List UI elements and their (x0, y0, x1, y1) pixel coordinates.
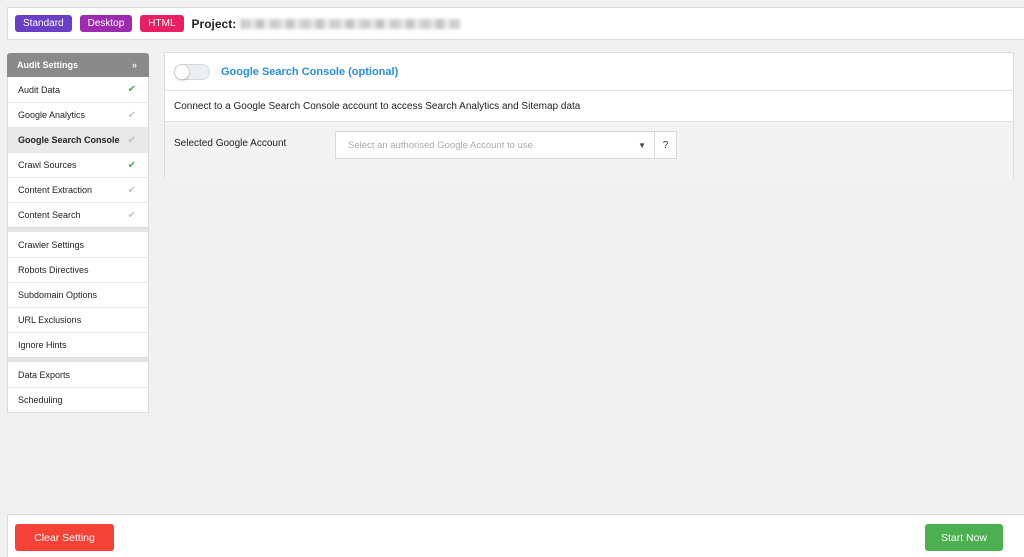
sidebar-item-ignore-hints[interactable]: Ignore Hints (8, 332, 148, 357)
check-icon: ✔ (127, 184, 136, 196)
sidebar-item-scheduling[interactable]: Scheduling (8, 387, 148, 412)
sidebar-item-subdomain-options[interactable]: Subdomain Options (8, 282, 148, 307)
sidebar-item-data-exports[interactable]: Data Exports (8, 362, 148, 387)
caret-down-icon: ▼ (638, 140, 646, 150)
sidebar-item-audit-data[interactable]: Audit Data ✔ (8, 77, 148, 102)
project-label: Project: (191, 16, 237, 31)
check-icon: ✔ (127, 159, 136, 171)
tag-standard[interactable]: Standard (15, 15, 72, 32)
start-now-button[interactable]: Start Now (925, 524, 1003, 551)
sidebar-item-content-search[interactable]: Content Search ✔ (8, 202, 148, 227)
sidebar-header-label: Audit Settings (17, 60, 78, 70)
sidebar-item-crawler-settings[interactable]: Crawler Settings (8, 232, 148, 257)
sidebar-item-robots-directives[interactable]: Robots Directives (8, 257, 148, 282)
tag-html[interactable]: HTML (140, 15, 184, 32)
panel-title: Google Search Console (optional) (221, 65, 399, 78)
tag-desktop[interactable]: Desktop (79, 15, 133, 32)
toggle-knob (174, 63, 190, 80)
sidebar-item-label: Subdomain Options (18, 290, 98, 300)
sidebar-item-label: Content Extraction (18, 185, 93, 195)
sidebar-item-label: Crawl Sources (18, 160, 77, 170)
top-bar: Standard Desktop HTML Project: (7, 7, 1024, 40)
sidebar-item-label: Crawler Settings (18, 239, 85, 250)
sidebar-header[interactable]: Audit Settings » (7, 53, 149, 77)
account-label: Selected Google Account (174, 138, 287, 149)
sidebar-item-crawl-sources[interactable]: Crawl Sources ✔ (8, 152, 148, 177)
check-icon: ✔ (127, 134, 136, 146)
sidebar-item-label: Robots Directives (18, 265, 89, 275)
sidebar-item-google-search-console[interactable]: Google Search Console ✔ (8, 127, 148, 152)
sidebar-item-content-extraction[interactable]: Content Extraction ✔ (8, 177, 148, 202)
project-name-redacted (240, 18, 461, 29)
help-button[interactable]: ? (655, 131, 677, 159)
sidebar-groups: Audit Data ✔ Google Analytics ✔ Google Searc… (7, 77, 149, 413)
account-select-placeholder: Select an authorised Google Account to u… (348, 139, 533, 151)
sidebar-item-google-analytics[interactable]: Google Analytics ✔ (8, 102, 148, 127)
sidebar-item-label: Audit Data (18, 84, 61, 95)
gsc-toggle[interactable] (174, 63, 210, 80)
account-select[interactable]: Select an authorised Google Account to u… (335, 131, 655, 159)
clear-setting-button[interactable]: Clear Setting (15, 524, 114, 551)
sidebar-item-label: Google Analytics (18, 110, 86, 120)
chevron-down-icon: » (131, 60, 137, 70)
panel-description: Connect to a Google Search Console accou… (165, 91, 1013, 122)
check-icon: ✔ (127, 209, 136, 221)
sidebar-group: Audit Data ✔ Google Analytics ✔ Google Searc… (7, 77, 149, 228)
sidebar-item-label: Google Search Console (18, 135, 120, 145)
account-row: Selected Google Account Select an author… (165, 122, 1013, 179)
sidebar-group: Data Exports Scheduling (7, 362, 149, 413)
sidebar-item-url-exclusions[interactable]: URL Exclusions (8, 307, 148, 332)
panel-header: Google Search Console (optional) (165, 53, 1013, 91)
sidebar-item-label: URL Exclusions (18, 315, 82, 325)
sidebar-item-label: Data Exports (18, 369, 71, 380)
check-icon: ✔ (127, 109, 136, 121)
sidebar-item-label: Ignore Hints (18, 340, 67, 350)
sidebar-item-label: Content Search (18, 210, 81, 220)
gsc-panel: Google Search Console (optional) Connect… (164, 52, 1014, 179)
footer: Clear Setting Start Now (7, 514, 1024, 557)
sidebar-item-label: Scheduling (18, 395, 63, 405)
check-icon: ✔ (127, 84, 136, 95)
sidebar-group: Crawler Settings Robots Directives Subdoma… (7, 232, 149, 358)
sidebar: Audit Settings » Audit Data ✔ Google Analy… (7, 53, 149, 413)
